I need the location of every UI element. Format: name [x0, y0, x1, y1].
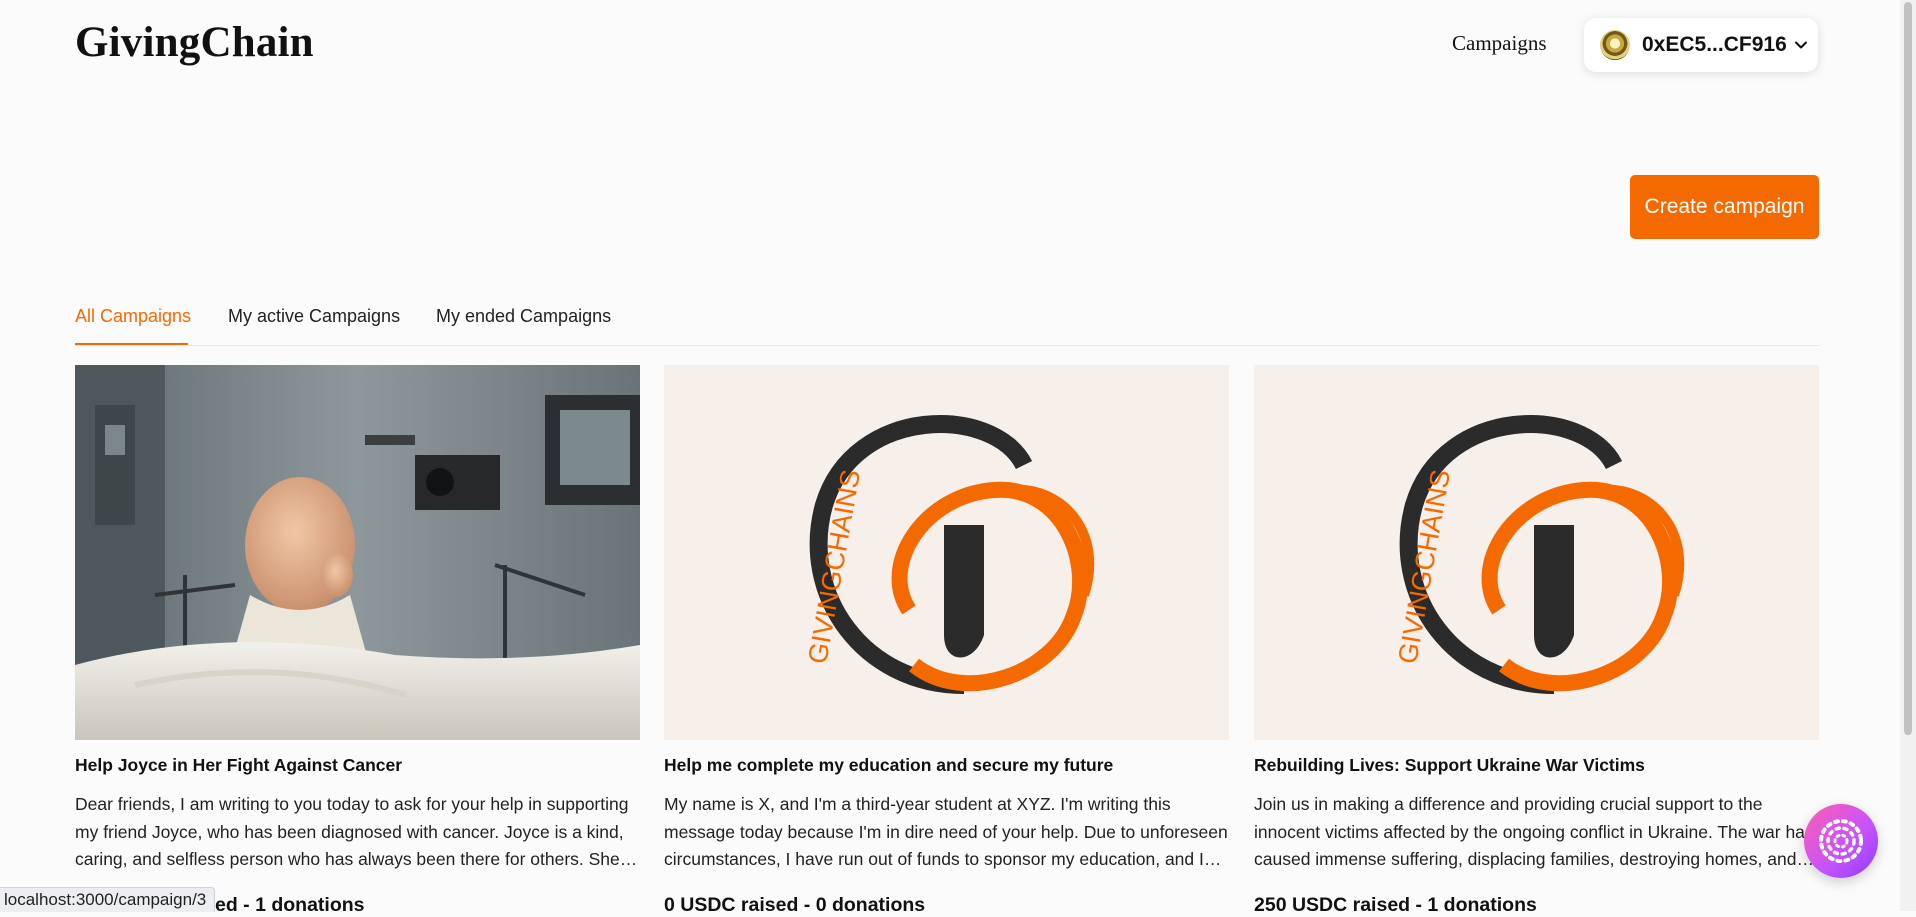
- campaign-card[interactable]: GIVINGCHAINS Rebuilding Lives: Support U…: [1254, 365, 1819, 917]
- top-header: GivingChain Campaigns 0xEC5...CF916: [0, 0, 1916, 90]
- campaign-image-child-hospital: [75, 365, 640, 740]
- chat-widget-button[interactable]: [1804, 804, 1878, 878]
- campaign-stats: 250 USDC raised - 1 donations: [1254, 893, 1537, 916]
- tab-my-active-campaigns[interactable]: My active Campaigns: [228, 306, 400, 327]
- campaign-title[interactable]: Help me complete my education and secure…: [664, 755, 1229, 776]
- status-bar-url: localhost:3000/campaign/3: [0, 887, 216, 912]
- tab-my-ended-campaigns[interactable]: My ended Campaigns: [436, 306, 611, 327]
- create-campaign-button[interactable]: Create campaign: [1630, 175, 1819, 239]
- campaign-description: My name is X, and I'm a third-year stude…: [664, 794, 1228, 869]
- active-tab-indicator: [75, 343, 188, 345]
- campaign-description: Join us in making a difference and provi…: [1254, 794, 1814, 869]
- chevron-down-icon: [1794, 41, 1807, 49]
- campaign-stats: 0 USDC raised - 0 donations: [664, 893, 926, 916]
- wallet-button[interactable]: 0xEC5...CF916: [1584, 18, 1818, 72]
- app-logo[interactable]: GivingChain: [75, 18, 314, 67]
- nav-campaigns-link[interactable]: Campaigns: [1452, 31, 1547, 56]
- givingchains-logo-image: GIVINGCHAINS: [664, 365, 1229, 740]
- campaign-title[interactable]: Rebuilding Lives: Support Ukraine War Vi…: [1254, 755, 1819, 776]
- campaign-card[interactable]: GIVINGCHAINS Help me complete my educati…: [664, 365, 1229, 917]
- givingchains-logo-image: GIVINGCHAINS: [1254, 365, 1819, 740]
- wallet-address: 0xEC5...CF916: [1642, 33, 1787, 56]
- tab-all-campaigns[interactable]: All Campaigns: [75, 306, 191, 327]
- chat-spiral-icon: [1819, 819, 1863, 863]
- scrollbar-thumb[interactable]: [1904, 2, 1912, 735]
- campaign-description: Dear friends, I am writing to you today …: [75, 794, 638, 869]
- page-scrollbar[interactable]: [1900, 0, 1916, 911]
- campaign-tabs: All Campaigns My active Campaigns My end…: [75, 300, 1819, 346]
- campaign-title[interactable]: Help Joyce in Her Fight Against Cancer: [75, 755, 640, 776]
- campaign-card[interactable]: Help Joyce in Her Fight Against Cancer D…: [75, 365, 640, 917]
- wallet-avatar: [1600, 30, 1630, 60]
